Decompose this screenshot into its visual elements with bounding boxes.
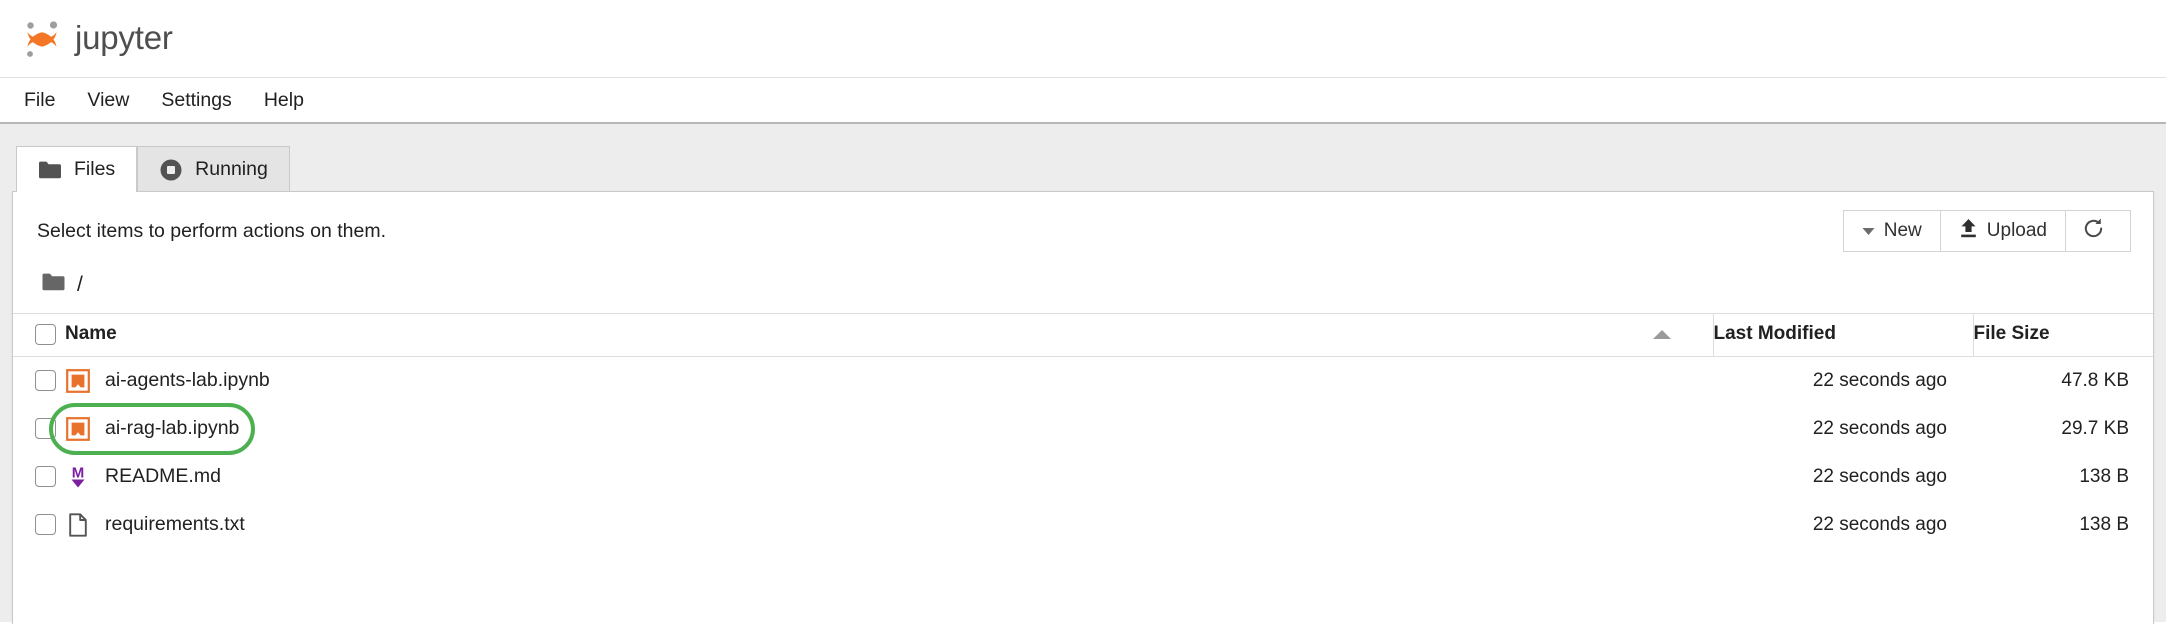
upload-button-label: Upload (1986, 220, 2047, 241)
table-row[interactable]: M README.md 22 seconds ago 138 B (13, 453, 2153, 501)
table-row[interactable]: ai-agents-lab.ipynb 22 seconds ago 47.8 … (13, 357, 2153, 405)
row-checkbox[interactable] (35, 466, 56, 487)
file-icon (65, 512, 91, 538)
row-last-modified: 22 seconds ago (1812, 417, 1947, 439)
row-checkbox[interactable] (35, 370, 56, 392)
jupyter-home-link[interactable]: jupyter (22, 16, 173, 62)
tab-running[interactable]: Running (137, 146, 290, 192)
column-header-last-modified-label: Last Modified (1713, 323, 1836, 344)
row-select-cell (13, 357, 65, 405)
breadcrumb-root[interactable]: / (77, 274, 83, 295)
row-last-modified: 22 seconds ago (1812, 369, 1947, 391)
select-all-header (13, 313, 65, 357)
table-header-row: Name Last Modified File Size (13, 313, 2153, 357)
row-file-size: 138 B (2079, 513, 2129, 535)
table-row[interactable]: requirements.txt 22 seconds ago 138 B (13, 501, 2153, 549)
refresh-button[interactable] (2065, 210, 2131, 252)
row-last-modified: 22 seconds ago (1812, 465, 1947, 487)
menu-item-help[interactable]: Help (248, 83, 320, 118)
column-header-file-size-label: File Size (1973, 323, 2050, 344)
notebook-icon (65, 368, 91, 394)
menu-item-view[interactable]: View (71, 83, 145, 118)
brand-name: jupyter (75, 18, 173, 56)
file-name: ai-agents-lab.ipynb (105, 369, 270, 392)
jupyter-logo-icon (22, 16, 62, 62)
new-button-label: New (1883, 220, 1922, 241)
file-link-highlighted[interactable]: ai-rag-lab.ipynb (48, 402, 256, 455)
folder-icon[interactable] (41, 272, 66, 297)
new-button[interactable]: New (1842, 210, 1941, 252)
stop-circle-icon (159, 158, 183, 182)
menu-item-settings[interactable]: Settings (145, 83, 247, 118)
tab-files[interactable]: Files (16, 146, 138, 193)
upload-button[interactable]: Upload (1939, 210, 2066, 252)
row-file-size: 29.7 KB (2061, 417, 2129, 439)
tab-strip: Files Running (12, 146, 2154, 193)
folder-icon (38, 160, 62, 180)
row-select-cell (13, 405, 65, 453)
file-list-body: ai-agents-lab.ipynb 22 seconds ago 47.8 … (13, 357, 2153, 549)
upload-icon (1959, 218, 1978, 245)
row-name-cell: ai-rag-lab.ipynb (48, 402, 1713, 455)
tab-running-label: Running (195, 158, 268, 180)
markdown-icon: M (65, 464, 91, 490)
caret-down-icon (1862, 220, 1875, 242)
row-checkbox[interactable] (35, 514, 56, 535)
row-name-cell: requirements.txt (65, 501, 1713, 549)
table-row[interactable]: ai-rag-lab.ipynb 22 seconds ago 29.7 KB (13, 402, 2153, 455)
file-browser-toolbar: Select items to perform actions on them.… (13, 192, 2153, 266)
logo-bar: jupyter (0, 0, 2166, 78)
toolbar-actions: New Upload (1842, 210, 2131, 252)
menu-item-file[interactable]: File (8, 83, 71, 118)
sort-ascending-icon (1653, 330, 1671, 339)
row-name-cell: M README.md (65, 453, 1713, 501)
row-last-modified: 22 seconds ago (1812, 513, 1947, 535)
file-name: README.md (105, 465, 221, 487)
selection-hint: Select items to perform actions on them. (37, 219, 386, 242)
file-list-table: Name Last Modified File Size ai-agents-l… (13, 313, 2153, 549)
select-all-checkbox[interactable] (35, 323, 56, 345)
column-header-name[interactable]: Name (65, 313, 1653, 357)
column-header-file-size[interactable]: File Size (1972, 313, 2153, 357)
file-name: requirements.txt (105, 513, 245, 535)
column-header-name-label: Name (65, 323, 117, 344)
row-select-cell (13, 501, 65, 549)
file-browser-panel: Select items to perform actions on them.… (12, 191, 2154, 624)
workspace: Files Running Select items to perform ac… (0, 124, 2166, 624)
row-name-cell: ai-agents-lab.ipynb (65, 357, 1713, 405)
row-file-size: 138 B (2079, 465, 2129, 487)
file-link[interactable]: M README.md (65, 464, 221, 490)
menu-bar: File View Settings Help (0, 78, 2166, 124)
refresh-icon (2082, 217, 2105, 246)
row-file-size: 47.8 KB (2061, 369, 2129, 391)
column-sort-indicator[interactable] (1653, 313, 1713, 357)
file-link[interactable]: requirements.txt (65, 512, 245, 538)
row-select-cell (13, 453, 65, 501)
column-header-last-modified[interactable]: Last Modified (1712, 313, 1973, 357)
breadcrumb: / (13, 266, 2153, 313)
tab-files-label: Files (74, 158, 116, 180)
file-link[interactable]: ai-agents-lab.ipynb (65, 368, 270, 394)
row-checkbox[interactable] (35, 418, 56, 439)
svg-text:M: M (72, 465, 85, 482)
file-name: ai-rag-lab.ipynb (105, 417, 240, 439)
notebook-icon (65, 416, 91, 442)
file-list-header: Name Last Modified File Size (13, 313, 2153, 357)
